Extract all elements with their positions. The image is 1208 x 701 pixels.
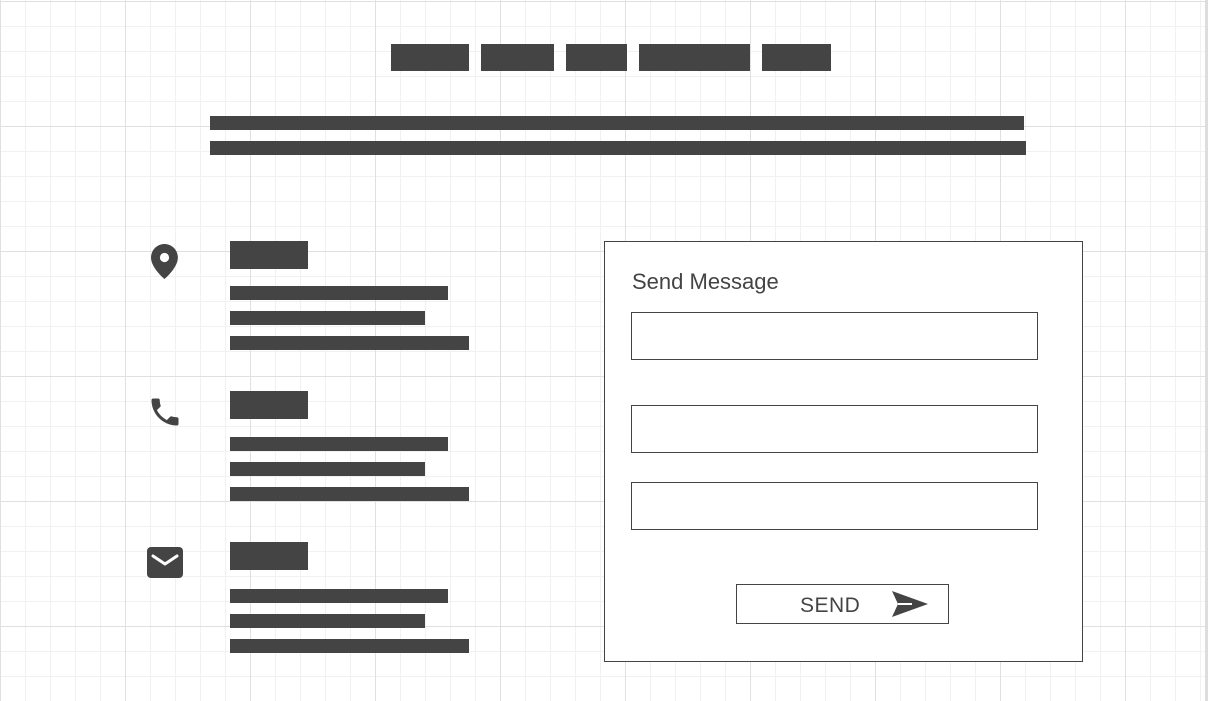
contact-heading [230, 391, 308, 419]
contact-heading [230, 241, 308, 269]
form-title: Send Message [632, 269, 779, 294]
form-field-email[interactable] [631, 405, 1038, 453]
contact-line [230, 336, 469, 350]
contact-heading [230, 542, 308, 570]
nav-item[interactable] [391, 44, 469, 71]
contact-line [230, 614, 425, 628]
contact-line [230, 286, 448, 300]
send-message-form: Send Message SEND [604, 241, 1083, 662]
form-field-name[interactable] [631, 312, 1038, 360]
contact-line [230, 462, 425, 476]
location-pin-icon [151, 244, 179, 279]
send-button-label: SEND [800, 594, 861, 617]
send-button[interactable]: SEND [736, 584, 949, 624]
form-field-message[interactable] [631, 482, 1038, 530]
nav-item[interactable] [762, 44, 831, 71]
envelope-icon [147, 547, 183, 578]
contact-line [230, 437, 448, 451]
intro-text-line [210, 141, 1026, 155]
phone-icon [147, 394, 183, 430]
contact-line [230, 487, 469, 501]
contact-line [230, 639, 469, 653]
nav-item[interactable] [639, 44, 750, 71]
contact-line [230, 589, 448, 603]
intro-text-line [210, 116, 1024, 130]
nav-item[interactable] [566, 44, 627, 71]
contact-line [230, 311, 425, 325]
paper-plane-icon [892, 589, 928, 624]
nav-item[interactable] [481, 44, 554, 71]
